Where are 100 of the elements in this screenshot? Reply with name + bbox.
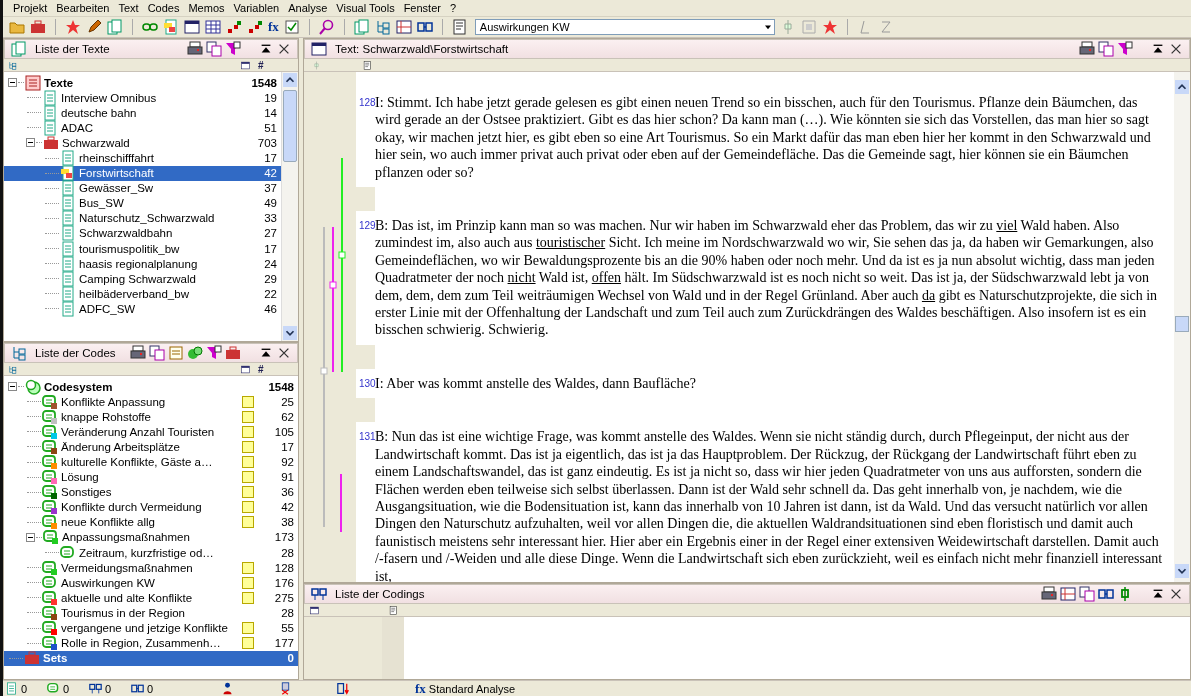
grid-icon[interactable] bbox=[205, 19, 221, 35]
funnel-icon[interactable] bbox=[206, 345, 222, 361]
tree-item[interactable]: Zeitraum, kurzfristige od… 28 bbox=[4, 545, 298, 561]
close-icon[interactable] bbox=[1169, 42, 1183, 56]
tree-item[interactable]: ADFC_SW 46 bbox=[4, 301, 281, 317]
printer-icon[interactable] bbox=[130, 345, 146, 361]
tree-item[interactable]: knappe Rohstoffe 62 bbox=[4, 409, 298, 425]
tree-item[interactable]: Texte 1548 bbox=[4, 75, 281, 91]
printer-icon[interactable] bbox=[1041, 586, 1057, 602]
briefcase-icon[interactable] bbox=[30, 19, 46, 35]
collapse-icon[interactable] bbox=[1151, 587, 1165, 601]
scroll-up-icon[interactable] bbox=[1175, 80, 1189, 94]
scroll-thumb[interactable] bbox=[1175, 316, 1189, 332]
tree-item[interactable]: Konflikte Anpassung 25 bbox=[4, 394, 298, 410]
menu-item[interactable]: Projekt bbox=[9, 2, 52, 14]
tree-item[interactable]: Gewässer_Sw 37 bbox=[4, 180, 281, 196]
scroll-down-icon[interactable] bbox=[283, 326, 297, 340]
collapse-icon[interactable] bbox=[1151, 42, 1165, 56]
copy-icon[interactable] bbox=[1098, 41, 1114, 57]
close-icon[interactable] bbox=[1169, 587, 1183, 601]
funnel-icon[interactable] bbox=[1117, 41, 1133, 57]
scroll-up-icon[interactable] bbox=[283, 73, 297, 87]
pages-icon[interactable] bbox=[107, 19, 123, 35]
pen-icon[interactable] bbox=[86, 19, 102, 35]
chain-icon[interactable] bbox=[416, 19, 433, 35]
expander-icon[interactable] bbox=[8, 382, 17, 392]
pages-icon[interactable] bbox=[353, 19, 370, 35]
printer-icon[interactable] bbox=[187, 41, 203, 57]
scroll-down-icon[interactable] bbox=[1175, 564, 1189, 578]
table-icon[interactable] bbox=[1060, 586, 1076, 602]
tree-item[interactable]: tourismuspolitik_bw 17 bbox=[4, 241, 281, 257]
tree-item[interactable]: Sets 0 bbox=[4, 650, 298, 666]
expander-icon[interactable] bbox=[26, 533, 35, 542]
scatter-icon[interactable] bbox=[247, 19, 263, 35]
scrollbar[interactable] bbox=[1174, 72, 1190, 582]
tree-icon[interactable] bbox=[374, 19, 391, 35]
tree-item[interactable]: Codesystem 1548 bbox=[4, 379, 298, 395]
checkbox-icon[interactable] bbox=[283, 19, 300, 35]
tree-item[interactable]: deutsche bahn 14 bbox=[4, 105, 281, 121]
briefcase-icon[interactable] bbox=[225, 345, 241, 361]
menu-item[interactable]: Variablen bbox=[229, 2, 284, 14]
tree-item[interactable]: Änderung Arbeitsplätze 17 bbox=[4, 439, 298, 455]
printer-icon[interactable] bbox=[1079, 41, 1095, 57]
copy-icon[interactable] bbox=[149, 345, 165, 361]
tree-item[interactable]: Veränderung Anzahl Touristen 105 bbox=[4, 424, 298, 440]
collapse-icon[interactable] bbox=[259, 42, 273, 56]
menu-item[interactable]: Visual Tools bbox=[332, 2, 399, 14]
tree-item[interactable]: Camping Schwarzwald 29 bbox=[4, 271, 281, 287]
search-icon[interactable] bbox=[318, 19, 335, 35]
tree-item[interactable]: Lösung 91 bbox=[4, 469, 298, 485]
expander-icon[interactable] bbox=[26, 138, 35, 148]
menu-item[interactable]: Codes bbox=[143, 2, 184, 14]
tree-item[interactable]: ADAC 51 bbox=[4, 120, 281, 136]
window-icon[interactable] bbox=[184, 19, 200, 35]
table-icon[interactable] bbox=[395, 19, 412, 35]
close-icon[interactable] bbox=[277, 42, 291, 56]
star-icon[interactable] bbox=[65, 19, 81, 35]
code-dropdown[interactable]: Auswirkungen KW bbox=[474, 19, 775, 35]
close-icon[interactable] bbox=[277, 346, 291, 360]
tree-item[interactable]: Auswirkungen KW 176 bbox=[4, 575, 298, 591]
expander-icon[interactable] bbox=[8, 78, 17, 88]
menu-item[interactable]: Memos bbox=[184, 2, 229, 14]
menu-item[interactable]: Analyse bbox=[284, 2, 332, 14]
menu-item[interactable]: Fenster bbox=[399, 2, 445, 14]
menu-item[interactable]: Text bbox=[114, 2, 143, 14]
book-icon[interactable] bbox=[451, 19, 468, 35]
tree-item[interactable]: Rolle in Region, Zusammenh… 177 bbox=[4, 635, 298, 651]
funnel-icon[interactable] bbox=[225, 41, 241, 57]
tree-item[interactable]: Schwarzwaldbahn 27 bbox=[4, 225, 281, 242]
tree-item[interactable]: Sonstiges 36 bbox=[4, 484, 298, 500]
star-icon[interactable] bbox=[821, 19, 838, 35]
tree-item[interactable]: Schwarzwald 703 bbox=[4, 135, 281, 151]
tree-item[interactable]: heilbäderverband_bw 22 bbox=[4, 286, 281, 302]
chain-icon[interactable] bbox=[1098, 586, 1114, 602]
scrollbar[interactable] bbox=[281, 72, 298, 341]
function-button[interactable]: fx bbox=[268, 19, 279, 35]
tree-item[interactable]: neue Konflikte allg 38 bbox=[4, 514, 298, 530]
tree-item[interactable]: haasis regionalplanung 24 bbox=[4, 256, 281, 272]
scroll-thumb[interactable] bbox=[283, 90, 297, 162]
tree-item[interactable]: Naturschutz_Schwarzwald 33 bbox=[4, 210, 281, 226]
tree-item[interactable]: Forstwirtschaft 42 bbox=[4, 165, 281, 181]
tree-item[interactable]: rheinschifffahrt 17 bbox=[4, 150, 281, 166]
tree-item[interactable]: Anpassungsmaßnahmen 173 bbox=[4, 529, 298, 546]
tree-item[interactable]: Interview Omnibus 19 bbox=[4, 90, 281, 106]
folder-icon[interactable] bbox=[9, 19, 25, 35]
sort-icon[interactable] bbox=[337, 682, 350, 695]
bubbles-icon[interactable] bbox=[187, 345, 203, 361]
collapse-icon[interactable] bbox=[259, 346, 273, 360]
copy-icon[interactable] bbox=[206, 41, 222, 57]
tree-item[interactable]: aktuelle und alte Konflikte 275 bbox=[4, 590, 298, 606]
tree-item[interactable]: Tourismus in der Region 28 bbox=[4, 605, 298, 621]
opened-document-icon[interactable] bbox=[163, 19, 179, 35]
tree-item[interactable]: Bus_SW 49 bbox=[4, 195, 281, 211]
menu-item[interactable]: Bearbeiten bbox=[52, 2, 114, 14]
tree-item[interactable]: Konflikte durch Vermeidung 42 bbox=[4, 499, 298, 515]
copy-icon[interactable] bbox=[1079, 586, 1095, 602]
tree-item[interactable]: vergangene und jetzige Konflikte 55 bbox=[4, 620, 298, 636]
person-icon[interactable] bbox=[221, 682, 234, 695]
scatter-icon[interactable] bbox=[226, 19, 242, 35]
menu-item[interactable]: ? bbox=[445, 2, 461, 14]
